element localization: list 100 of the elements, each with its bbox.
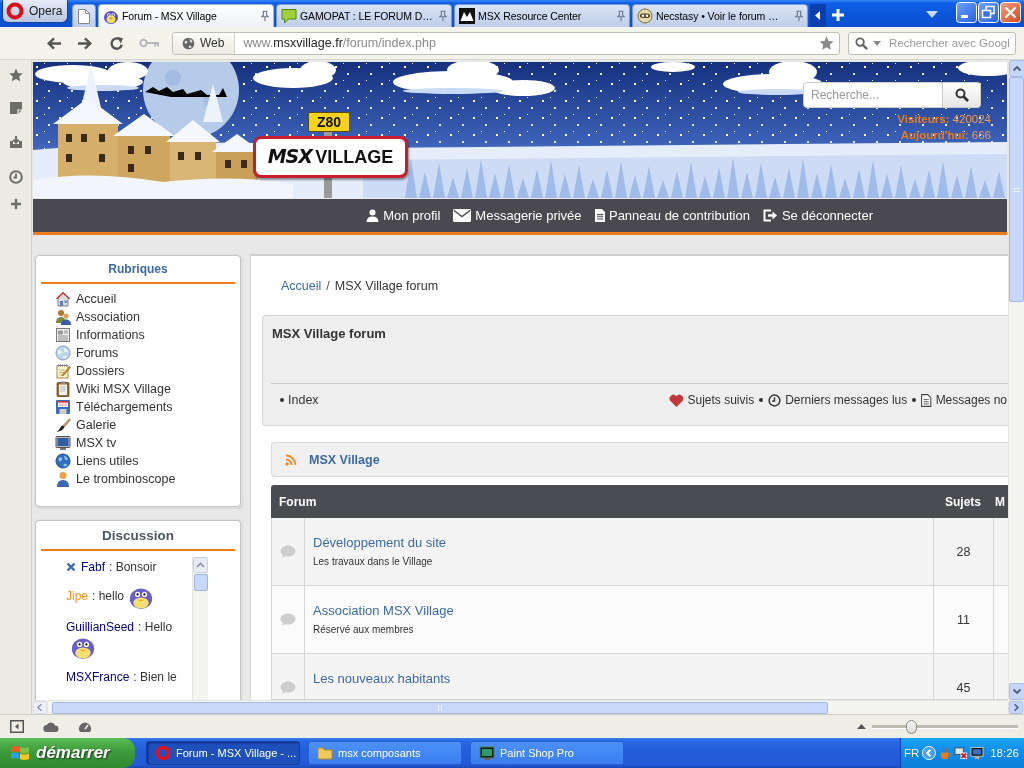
speedometer-icon[interactable] [78,720,92,733]
chat-author[interactable]: MSXFrance [66,670,130,684]
address-field[interactable]: Web www.msxvillage.fr/forum/index.php [172,31,840,55]
star-icon[interactable] [8,68,23,82]
ring-logo-icon [6,2,24,20]
pin-icon[interactable] [439,10,447,22]
scroll-down-button[interactable] [1008,683,1024,700]
network-error-icon[interactable] [954,746,969,760]
menu-link[interactable]: Téléchargements [55,398,173,416]
nav-link[interactable]: Mon profil [366,208,441,223]
monitor-icon[interactable] [970,746,985,760]
browser-tab[interactable]: MSX Resource Center [454,4,630,27]
bullet-icon [280,398,284,402]
restore-button[interactable] [978,2,999,23]
scroll-up-button[interactable] [1008,60,1024,77]
search-button[interactable] [943,82,981,108]
browser-tab[interactable]: GAMOPAT : LE FORUM D… [276,4,452,27]
blank-tab[interactable] [72,4,96,27]
reload-icon[interactable] [109,35,124,51]
menu-link[interactable]: Galerie [55,416,117,434]
scroll-left-button[interactable] [32,701,48,714]
menu-link[interactable]: Le trombinoscope [55,470,176,488]
taskbar-button[interactable]: msx composants [308,741,462,765]
menu-link[interactable]: Dossiers [55,362,125,380]
taskbar-button[interactable]: Forum - MSX Village - ... [146,741,300,765]
menu-link[interactable]: Wiki MSX Village [55,380,171,398]
slider-thumb[interactable] [906,719,918,734]
breadcrumb-link[interactable]: Accueil [281,278,322,294]
download-icon[interactable] [8,135,23,149]
close-button[interactable] [1000,2,1021,23]
panel-toggle-icon[interactable] [10,720,24,733]
bullet-icon [759,398,764,402]
document-icon [594,209,605,222]
pin-icon[interactable] [261,10,269,22]
quick-link[interactable]: Messages no [921,392,1007,408]
rss-icon[interactable] [285,453,297,466]
caret-up-icon[interactable] [857,724,866,729]
z80-sign: Z80 [308,112,350,132]
forum-link[interactable]: Développement du site [313,535,446,551]
caret-down-icon[interactable] [873,40,881,46]
start-button[interactable]: démarrer [0,738,135,768]
forum-link[interactable]: Association MSX Village [313,603,454,619]
scrollbar-thumb[interactable] [52,701,828,714]
caret-down-icon[interactable] [926,11,938,18]
back-arrow-icon[interactable] [47,36,62,50]
language-indicator[interactable]: FR [903,747,920,759]
flag-icon [10,744,30,762]
chat-message: : Bien le [133,670,177,684]
minimize-button[interactable] [956,2,977,23]
key-icon [139,38,160,48]
plus-icon[interactable] [9,198,22,210]
robot-face-icon [637,8,653,24]
quick-link[interactable]: Sujets suivis [668,392,755,408]
menu-link[interactable]: Liens utiles [55,452,139,470]
clock-icon[interactable] [8,170,23,184]
taskbar-button[interactable]: Paint Shop Pro [470,741,624,765]
scrollbar-thumb[interactable] [1009,77,1024,302]
delete-icon[interactable] [66,562,76,572]
url-text: www.msxvillage.fr/forum/index.php [243,36,437,50]
forward-arrow-icon[interactable] [77,36,92,50]
search-field[interactable]: Rechercher avec Googl [886,33,1015,53]
browser-menu-button[interactable]: Opera [2,0,68,23]
chat-author[interactable]: Fabf [81,560,105,574]
visitor-stat: Aujourd'hui: 666 [900,128,991,143]
star-icon[interactable] [819,36,834,50]
forum-link[interactable]: Les nouveaux habitants [313,671,451,687]
quick-link[interactable]: Derniers messages lus [768,392,908,408]
column-header: Sujets [945,494,981,509]
menu-link[interactable]: Forums [55,344,119,362]
menu-link[interactable]: Association [55,308,140,326]
horizontal-scrollbar[interactable] [32,700,1024,714]
site-info-button[interactable]: Web [173,32,236,54]
category-link[interactable]: MSX Village [309,452,380,467]
clock-text: 18:26 [990,747,1019,759]
scroll-up-button[interactable] [193,557,208,573]
chat-scrollbar[interactable] [192,557,208,700]
note-icon[interactable] [8,101,23,115]
search-bar[interactable]: Rechercher avec Googl [848,31,1016,55]
tab-scroll-button[interactable] [810,4,826,27]
nav-link[interactable]: Messagerie privée [453,208,582,223]
chevron-icon[interactable] [922,746,937,760]
cloud-icon[interactable] [43,721,59,732]
pin-icon[interactable] [795,10,803,22]
vertical-scrollbar[interactable] [1008,60,1024,700]
nav-link[interactable]: Panneau de contribution [594,208,750,223]
panel-title: Rubriques [108,262,168,276]
scroll-right-button[interactable] [1008,701,1024,714]
browser-tab[interactable]: Forum - MSX Village [98,4,274,27]
chat-author[interactable]: GuillianSeed [66,620,135,634]
pin-icon[interactable] [617,10,625,22]
menu-link[interactable]: MSX tv [55,434,117,452]
menu-link[interactable]: Accueil [55,290,117,308]
nav-link[interactable]: Se déconnecter [762,208,873,223]
clipboard-icon [55,381,71,397]
penguin-icon [103,8,119,24]
menu-link[interactable]: Informations [55,326,145,344]
scrollbar-thumb[interactable] [193,574,208,591]
folder-icon [317,745,333,761]
index-link[interactable]: Index [288,392,319,408]
browser-tab[interactable]: Necstasy • Voir le forum … [632,4,808,27]
